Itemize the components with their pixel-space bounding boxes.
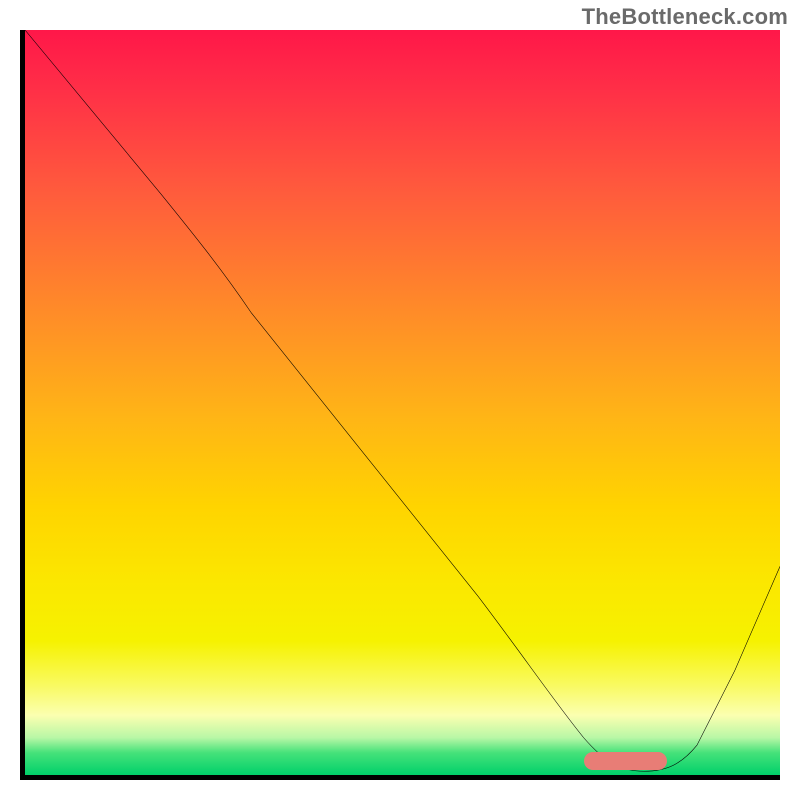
curve-layer	[25, 30, 780, 775]
plot-area	[20, 30, 780, 780]
optimal-range-indicator	[584, 752, 667, 770]
attribution-label: TheBottleneck.com	[582, 4, 788, 30]
bottleneck-curve	[25, 30, 780, 771]
chart-container: TheBottleneck.com	[0, 0, 800, 800]
